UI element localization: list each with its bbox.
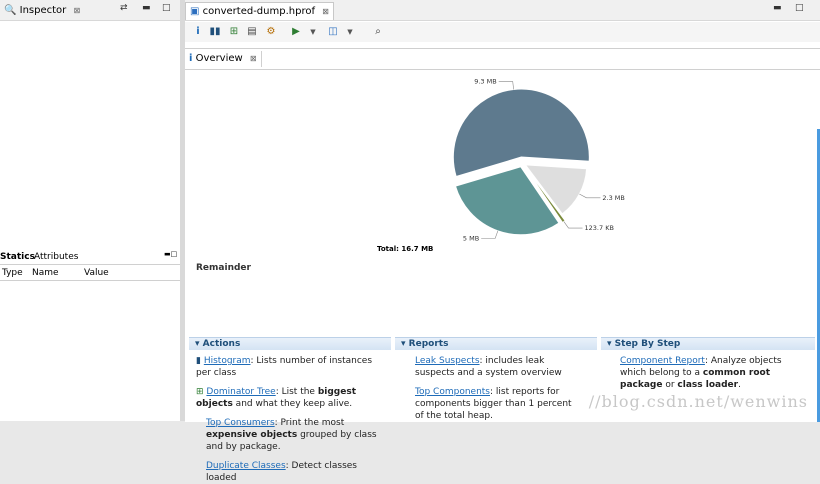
overview-tab-label: Overview <box>195 53 243 64</box>
tab-statics[interactable]: Statics <box>0 252 35 262</box>
section-actions-header[interactable]: ▾ Actions <box>189 337 391 350</box>
editor-area: ▣ converted-dump.hprof ⊠ ▬ □ i ▮▮ ⊞ ▤ ⚙ … <box>185 0 820 483</box>
dominator-tree-icon[interactable]: ⊞ <box>227 25 241 39</box>
section-reports-body: Leak Suspects: includes leak suspects an… <box>415 355 580 422</box>
chevron-down-icon: ▾ <box>607 339 612 349</box>
item-text: : List the <box>275 387 318 397</box>
info-icon: i <box>189 53 193 64</box>
maximize-icon[interactable]: □ <box>162 3 171 13</box>
list-item: Duplicate Classes: Detect classes loaded <box>196 460 386 484</box>
label-leader-line <box>579 193 601 199</box>
minimize-icon[interactable]: ▬□ <box>164 250 177 258</box>
chevron-down-icon: ▾ <box>195 339 200 349</box>
chart-total: Total: 16.7 MB <box>377 245 434 253</box>
list-item: Top Components: list reports for compone… <box>415 386 580 422</box>
chevron-down-icon[interactable]: ▼ <box>306 25 320 39</box>
pie-slice-label: 5 MB <box>463 234 479 242</box>
close-icon[interactable]: ⊠ <box>73 6 80 15</box>
remainder-heading: Remainder <box>196 263 251 273</box>
search-icon[interactable]: ⌕ <box>371 25 385 39</box>
section-reports-title: Reports <box>408 339 449 349</box>
dominator-tree-link[interactable]: Dominator Tree <box>206 387 275 397</box>
minimize-icon[interactable]: ▬ <box>142 3 151 13</box>
item-bold: expensive objects <box>206 430 298 440</box>
leak-suspects-link[interactable]: Leak Suspects <box>415 356 480 366</box>
heap-dump-icon[interactable]: ⚙ <box>264 25 278 39</box>
heap-dump-icon: ▣ <box>190 6 200 17</box>
list-item: ▮ Histogram: Lists number of instances p… <box>196 355 386 379</box>
label-leader-line <box>498 81 514 90</box>
inspector-tab[interactable]: 🔍 Inspector ⊠ <box>0 2 84 19</box>
pie-slice-label: 2.3 MB <box>602 194 624 202</box>
chevron-down-icon[interactable]: ▼ <box>343 25 357 39</box>
chevron-down-icon: ▾ <box>401 339 406 349</box>
duplicate-classes-link[interactable]: Duplicate Classes <box>206 461 286 471</box>
histogram-link[interactable]: Histogram <box>204 356 251 366</box>
tab-attributes[interactable]: Attributes <box>34 252 78 262</box>
overview-editor: i Overview ⊠ 9.3 MB 2.3 MB 123.7 KB 5 MB To… <box>185 48 820 483</box>
editor-tab-label: converted-dump.hprof <box>202 6 315 17</box>
divider <box>185 69 820 70</box>
inspector-tab-label: Inspector <box>19 5 67 16</box>
table-header: Type Name Value <box>0 266 180 281</box>
histogram-icon: ▮ <box>196 356 201 366</box>
statics-tabbar: Statics Attributes ▬□ <box>0 250 180 265</box>
inspector-icon: 🔍 <box>4 5 17 16</box>
dominator-tree-icon: ⊞ <box>196 387 204 397</box>
histogram-icon[interactable]: ▮▮ <box>208 25 222 39</box>
column-value[interactable]: Value <box>84 268 109 278</box>
column-type[interactable]: Type <box>2 268 23 278</box>
tab-overview[interactable]: i Overview ⊠ <box>185 51 262 67</box>
top-components-link[interactable]: Top Components <box>415 387 490 397</box>
pie-slice[interactable] <box>452 88 590 178</box>
list-item: ⊞ Dominator Tree: List the biggest objec… <box>196 386 386 410</box>
link-icon[interactable]: ⇄ <box>120 3 128 13</box>
close-icon[interactable]: ⊠ <box>322 7 329 16</box>
oql-icon[interactable]: ▤ <box>245 25 259 39</box>
inspector-panel: 🔍 Inspector ⊠ ⇄ ▬ □ Statics Attributes ▬… <box>0 0 180 421</box>
minimize-icon[interactable]: ▬ <box>773 3 782 13</box>
watermark: //blog.csdn.net/wenwins <box>588 392 808 411</box>
query-browser-icon[interactable]: ◫ <box>326 25 340 39</box>
info-icon[interactable]: i <box>191 25 205 39</box>
section-reports-header[interactable]: ▾ Reports <box>395 337 597 350</box>
column-name[interactable]: Name <box>32 268 59 278</box>
item-text: : Print the most <box>274 418 345 428</box>
label-leader-line <box>481 230 499 239</box>
editor-tab[interactable]: ▣ converted-dump.hprof ⊠ <box>185 2 334 20</box>
list-item: Leak Suspects: includes leak suspects an… <box>415 355 580 379</box>
section-step-header[interactable]: ▾ Step By Step <box>601 337 815 350</box>
run-report-icon[interactable]: ▶ <box>289 25 303 39</box>
component-report-link[interactable]: Component Report <box>620 356 705 366</box>
inspector-tabbar: 🔍 Inspector ⊠ ⇄ ▬ □ <box>0 0 180 21</box>
editor-tabbar: ▣ converted-dump.hprof ⊠ ▬ □ <box>185 0 820 21</box>
item-text: . <box>738 380 741 390</box>
list-item: Component Report: Analyze objects which … <box>620 355 810 391</box>
pie-chart: 9.3 MB 2.3 MB 123.7 KB 5 MB <box>452 78 625 242</box>
top-consumers-link[interactable]: Top Consumers <box>206 418 275 428</box>
item-text: and what they keep alive. <box>232 399 353 409</box>
section-step-body: Component Report: Analyze objects which … <box>620 355 810 391</box>
pie-slice-label: 9.3 MB <box>474 78 496 86</box>
close-icon[interactable]: ⊠ <box>250 54 257 63</box>
section-actions-body: ▮ Histogram: Lists number of instances p… <box>196 355 386 484</box>
pie-slice-label: 123.7 KB <box>585 224 614 232</box>
maximize-icon[interactable]: □ <box>795 3 804 13</box>
label-leader-line <box>563 221 583 229</box>
section-actions-title: Actions <box>202 339 241 349</box>
item-text: or <box>662 380 678 390</box>
section-step-title: Step By Step <box>614 339 681 349</box>
item-bold: class loader <box>677 380 739 390</box>
editor-toolbar: i ▮▮ ⊞ ▤ ⚙ ▶ ▼ ◫ ▼ ⌕ <box>185 22 820 42</box>
list-item: Top Consumers: Print the most expensive … <box>196 417 386 453</box>
